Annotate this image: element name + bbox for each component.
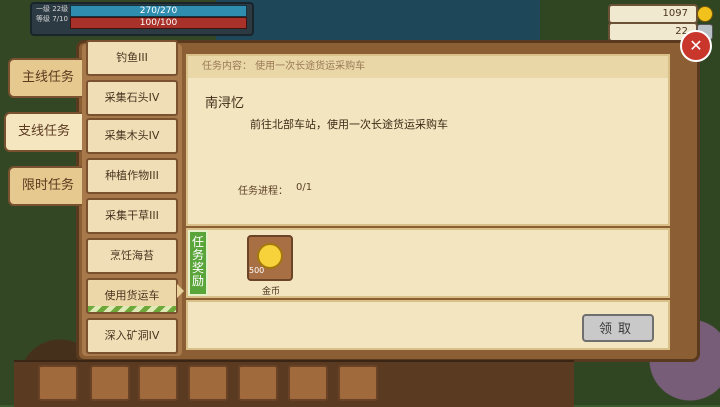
gold-amount: 1097 bbox=[662, 8, 688, 19]
hp-bar: 100/100 bbox=[70, 17, 247, 29]
quest-item-cook-seaweed[interactable]: 烹饪海苔 bbox=[86, 238, 178, 274]
reward-item-count: 500 bbox=[249, 266, 265, 275]
quest-item-collect-stone[interactable]: 采集石头IV bbox=[86, 80, 178, 116]
quest-item-collect-hay[interactable]: 采集干草III bbox=[86, 198, 178, 234]
axe-icon[interactable] bbox=[90, 365, 130, 401]
quest-detail bbox=[186, 54, 670, 226]
quest-item-label: 使用货运车 bbox=[104, 289, 160, 302]
selected-stripe bbox=[88, 306, 176, 312]
quest-item-fishing[interactable]: 钓鱼III bbox=[86, 40, 178, 76]
quest-progress-value: 0/1 bbox=[296, 182, 313, 193]
quest-title: 南浔忆 bbox=[205, 96, 245, 111]
backpack-icon[interactable] bbox=[38, 365, 78, 401]
reward-item-name: 金币 bbox=[262, 287, 281, 297]
quest-description: 前往北部车站，使用一次长途货运采购车 bbox=[250, 118, 448, 131]
player-exp: 等级 7/10 bbox=[36, 15, 68, 23]
tab-timed-quests[interactable]: 限时任务 bbox=[8, 166, 88, 206]
shovel-icon[interactable] bbox=[338, 365, 378, 401]
tab-main-quests[interactable]: 主线任务 bbox=[8, 58, 88, 98]
gold-counter: 1097 bbox=[608, 4, 698, 24]
quest-item-use-freight-cart[interactable]: 使用货运车 bbox=[86, 278, 178, 314]
quest-item-deep-mine[interactable]: 深入矿洞IV bbox=[86, 318, 178, 354]
close-icon[interactable]: ✕ bbox=[680, 30, 712, 62]
reward-label: 任务奖励 bbox=[188, 230, 208, 296]
gold-coin-icon bbox=[697, 6, 713, 22]
player-level: 一级 22级 bbox=[36, 5, 69, 13]
quest-item-collect-wood[interactable]: 采集木头IV bbox=[86, 118, 178, 154]
claim-button[interactable]: 领取 bbox=[582, 314, 654, 342]
quest-item-plant-crops[interactable]: 种植作物III bbox=[86, 158, 178, 194]
selection-arrow-icon bbox=[177, 284, 184, 298]
stone-amount: 22 bbox=[675, 26, 688, 37]
seed-icon[interactable] bbox=[138, 365, 178, 401]
hp-text: 100/100 bbox=[139, 18, 178, 28]
tab-side-quests[interactable]: 支线任务 bbox=[4, 112, 84, 152]
quest-progress-label: 任务进程： bbox=[238, 186, 288, 197]
quest-content-header: 任务内容： 使用一次长途货运采购车 bbox=[188, 56, 668, 78]
mp-text: 270/270 bbox=[139, 6, 178, 16]
mp-bar: 270/270 bbox=[70, 5, 247, 17]
pickaxe-icon[interactable] bbox=[288, 365, 328, 401]
hoe-icon[interactable] bbox=[238, 365, 278, 401]
sword-icon[interactable] bbox=[188, 365, 228, 401]
